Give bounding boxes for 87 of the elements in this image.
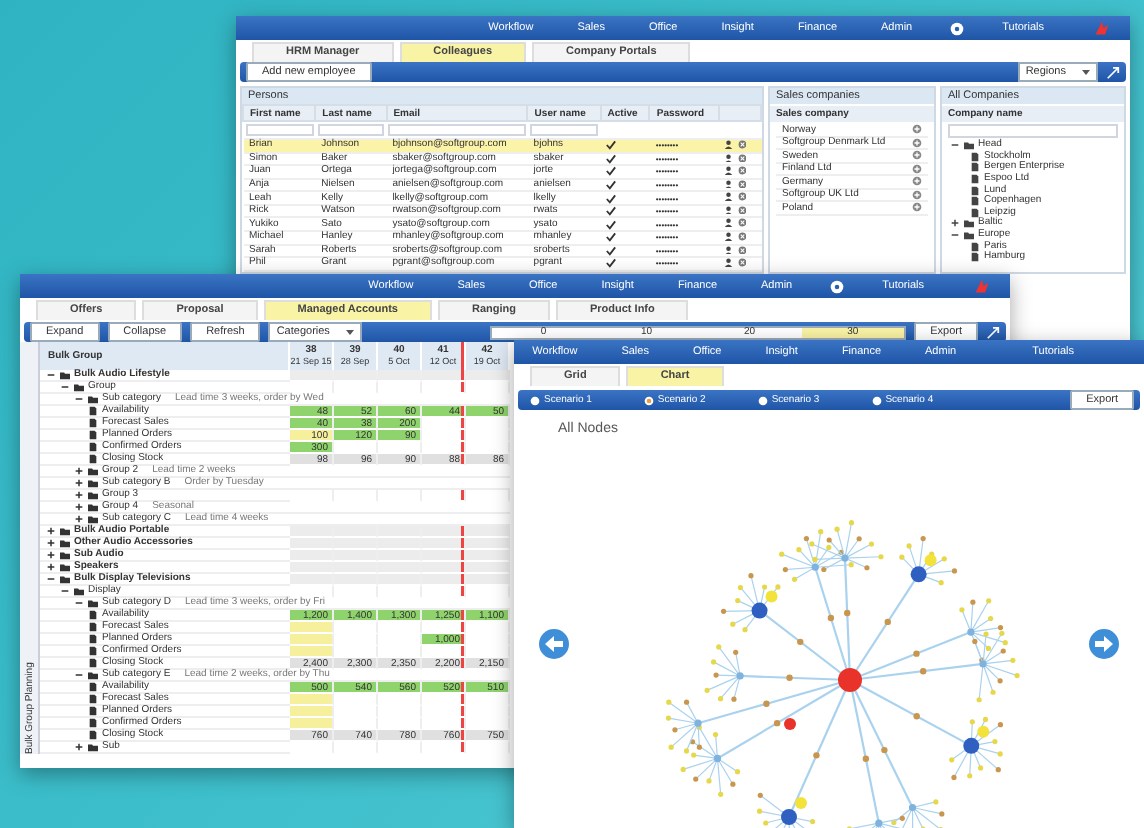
add-icon[interactable] [912, 202, 922, 213]
collapse-toggle-icon[interactable] [74, 670, 84, 680]
add-icon[interactable] [912, 124, 922, 135]
filter-field[interactable] [317, 124, 385, 136]
expand-toggle-icon[interactable] [74, 490, 84, 500]
folder-icon [88, 670, 98, 680]
radio-button[interactable] [643, 395, 654, 405]
delete-icon[interactable] [737, 245, 747, 255]
user-icon[interactable] [724, 258, 734, 268]
active-checkbox[interactable] [606, 219, 617, 230]
active-checkbox[interactable] [606, 258, 617, 269]
arrow-left-icon[interactable] [538, 628, 570, 660]
collapse-toggle-icon[interactable] [74, 394, 84, 404]
add-icon[interactable] [912, 189, 922, 200]
delete-icon[interactable] [737, 232, 747, 242]
expand-toggle-icon[interactable] [74, 502, 84, 512]
delete-icon[interactable] [737, 179, 747, 189]
delete-icon[interactable] [737, 192, 747, 202]
user-icon[interactable] [724, 232, 734, 242]
active-checkbox[interactable] [606, 180, 617, 191]
add-icon[interactable] [912, 150, 922, 161]
user-icon[interactable] [724, 205, 734, 215]
folder-icon [88, 742, 98, 752]
expand-toggle-icon[interactable] [74, 478, 84, 488]
expand-toggle-icon[interactable] [74, 514, 84, 524]
filter-field[interactable] [948, 124, 1118, 138]
radio-button[interactable] [757, 395, 768, 405]
active-checkbox[interactable] [606, 232, 617, 243]
active-checkbox[interactable] [606, 193, 617, 204]
collapse-toggle-icon[interactable] [60, 382, 70, 392]
add-icon[interactable] [912, 137, 922, 148]
logo-icon [974, 278, 990, 294]
active-checkbox[interactable] [606, 166, 617, 177]
user-icon[interactable] [724, 140, 734, 149]
grid-cell[interactable] [290, 694, 334, 706]
expand-toggle-icon[interactable] [46, 562, 56, 572]
expand-toggle-icon[interactable] [74, 466, 84, 476]
add-icon[interactable] [912, 163, 922, 174]
user-icon[interactable] [724, 245, 734, 255]
collapse-toggle-icon[interactable] [46, 370, 56, 380]
settings-icon[interactable] [830, 279, 845, 293]
collapse-toggle-icon[interactable] [74, 598, 84, 608]
delete-icon[interactable] [737, 258, 747, 268]
collapse-toggle-icon[interactable] [60, 586, 70, 596]
expand-icon[interactable] [1106, 65, 1120, 79]
delete-icon[interactable] [737, 140, 747, 149]
delete-icon[interactable] [737, 218, 747, 228]
active-checkbox[interactable] [606, 206, 617, 217]
logo-icon [1094, 20, 1110, 36]
active-checkbox[interactable] [606, 153, 617, 164]
grid-cell[interactable] [290, 634, 334, 646]
collapse-toggle-icon[interactable] [950, 140, 960, 151]
delete-icon[interactable] [737, 153, 747, 163]
expand-icon[interactable] [986, 325, 1000, 339]
filter-field[interactable] [245, 124, 314, 136]
graph-node [784, 718, 796, 730]
caret-icon [345, 328, 354, 336]
user-icon[interactable] [724, 192, 734, 202]
arrow-right-icon[interactable] [1088, 628, 1120, 660]
expand-toggle-icon[interactable] [950, 218, 960, 229]
radio-button[interactable] [530, 395, 540, 405]
expand-toggle-icon[interactable] [74, 742, 84, 752]
collapse-toggle-icon[interactable] [46, 574, 56, 584]
radio-button[interactable] [871, 395, 882, 405]
active-checkbox[interactable] [606, 245, 617, 256]
add-icon[interactable] [912, 176, 922, 187]
filter-field[interactable] [388, 124, 526, 136]
grid-cell[interactable] [290, 622, 334, 634]
user-icon[interactable] [724, 153, 734, 163]
delete-icon[interactable] [737, 205, 747, 215]
hub-node [838, 668, 862, 692]
grid-cell[interactable] [290, 718, 334, 730]
filter-field[interactable] [529, 124, 599, 136]
grid-cell[interactable] [290, 646, 334, 658]
expand-toggle-icon[interactable] [46, 538, 56, 548]
grid-cell[interactable] [290, 706, 334, 718]
caret-icon [1082, 68, 1090, 76]
settings-icon[interactable] [950, 21, 965, 35]
expand-toggle-icon[interactable] [46, 526, 56, 536]
active-checkbox[interactable] [606, 140, 617, 151]
expand-toggle-icon[interactable] [46, 550, 56, 560]
collapse-toggle-icon[interactable] [950, 230, 960, 241]
user-icon[interactable] [724, 179, 734, 189]
user-icon[interactable] [724, 218, 734, 228]
folder-icon [964, 140, 974, 151]
user-icon[interactable] [724, 166, 734, 176]
delete-icon[interactable] [737, 166, 747, 176]
